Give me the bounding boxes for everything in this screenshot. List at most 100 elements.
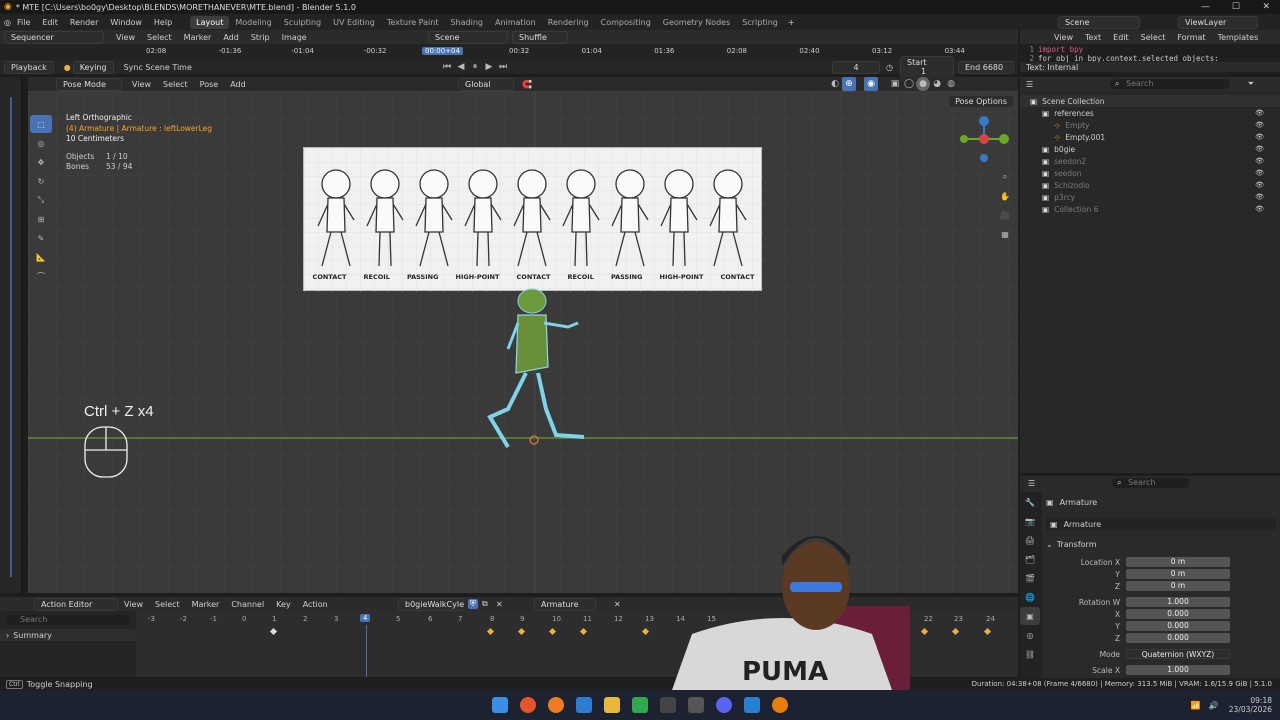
viewport-menu-add[interactable]: Add bbox=[230, 80, 246, 89]
keyframe-diamond[interactable] bbox=[983, 627, 992, 636]
gamepad-icon[interactable] bbox=[632, 697, 648, 713]
maximize-icon[interactable]: ☐ bbox=[1232, 2, 1240, 12]
sequencer-menu-view[interactable]: View bbox=[116, 33, 135, 42]
menu-window[interactable]: Window bbox=[110, 18, 142, 27]
outliner-item[interactable]: ▣ references 👁 bbox=[1020, 107, 1280, 119]
wifi-icon[interactable]: 📶 bbox=[1191, 701, 1201, 710]
material-shading-icon[interactable]: ◕ bbox=[930, 77, 944, 91]
code-line-2[interactable]: 2 for obj in bpy.context.selected_object… bbox=[1020, 54, 1280, 62]
action-menu-channel[interactable]: Channel bbox=[231, 600, 264, 609]
visibility-eye-icon[interactable]: 👁 bbox=[1255, 193, 1264, 201]
keyframe-diamond[interactable] bbox=[951, 627, 960, 636]
action-dropdown[interactable]: b0gieWalkCyle bbox=[398, 597, 464, 611]
end-frame-field[interactable]: End 6680 bbox=[958, 60, 1014, 74]
cursor-icon[interactable]: ◎ bbox=[30, 134, 52, 152]
action-menu-action[interactable]: Action bbox=[303, 600, 328, 609]
grid-view-icon[interactable]: ▦ bbox=[998, 225, 1012, 243]
mode-dropdown[interactable]: Pose Mode bbox=[56, 77, 122, 91]
scene-selector[interactable]: Scene bbox=[1058, 15, 1140, 29]
location-y-field[interactable]: 0 m bbox=[1126, 569, 1230, 579]
wireframe-shading-icon[interactable]: ◯ bbox=[902, 77, 916, 91]
orientation-dropdown[interactable]: Global bbox=[458, 77, 514, 91]
output-tab-icon[interactable]: 🖨 bbox=[1020, 531, 1040, 549]
move-icon[interactable]: ✥ bbox=[30, 153, 52, 171]
location-x-field[interactable]: 0 m bbox=[1126, 557, 1230, 567]
properties-editor-icon[interactable]: ☰ bbox=[1028, 479, 1035, 488]
pan-hand-icon[interactable]: ✋ bbox=[998, 187, 1012, 205]
sequencer-menu-marker[interactable]: Marker bbox=[184, 33, 212, 42]
sequencer-scene-dropdown[interactable]: Scene bbox=[428, 30, 508, 44]
text-menu-format[interactable]: Format bbox=[1177, 33, 1205, 42]
visibility-eye-icon[interactable]: 👁 bbox=[1255, 145, 1264, 153]
tab-layout[interactable]: Layout bbox=[190, 15, 230, 29]
tab-compositing[interactable]: Compositing bbox=[595, 16, 657, 29]
text-menu-select[interactable]: Select bbox=[1141, 33, 1166, 42]
windows-start-icon[interactable] bbox=[492, 697, 508, 713]
playhead-frame-label[interactable]: 4 bbox=[360, 614, 371, 622]
armature-character[interactable] bbox=[468, 287, 598, 452]
action-menu-select[interactable]: Select bbox=[155, 600, 180, 609]
viewlayer-selector[interactable]: ViewLayer bbox=[1178, 15, 1258, 29]
visibility-eye-icon[interactable]: 👁 bbox=[1255, 205, 1264, 213]
terminal-icon[interactable] bbox=[688, 697, 704, 713]
properties-search[interactable]: ⌕ Search bbox=[1112, 478, 1190, 488]
visibility-eye-icon[interactable]: 👁 bbox=[1255, 133, 1264, 141]
keying-dropdown[interactable]: Keying bbox=[72, 60, 114, 74]
visibility-eye-icon[interactable]: 👁 bbox=[1255, 121, 1264, 129]
rotation-z-field[interactable]: 0.000 bbox=[1126, 633, 1230, 643]
scene-tab-icon[interactable]: 🎬 bbox=[1020, 569, 1040, 587]
menu-render[interactable]: Render bbox=[70, 18, 98, 27]
measure-icon[interactable]: 📐 bbox=[30, 248, 52, 266]
pose-options-dropdown[interactable]: Pose Options bbox=[948, 95, 1014, 108]
transform-panel-header[interactable]: ⌄ Transform bbox=[1046, 538, 1276, 550]
playback-dropdown[interactable]: Playback bbox=[4, 60, 54, 74]
search-app-icon[interactable] bbox=[548, 697, 564, 713]
rotation-y-field[interactable]: 0.000 bbox=[1126, 621, 1230, 631]
overlay-icon[interactable]: ◉ bbox=[864, 77, 878, 91]
tool-tab-icon[interactable]: 🔧 bbox=[1020, 493, 1040, 511]
menu-edit[interactable]: Edit bbox=[42, 18, 58, 27]
tab-shading[interactable]: Shading bbox=[444, 16, 489, 29]
close-icon[interactable]: ✕ bbox=[1262, 2, 1270, 12]
rendered-shading-icon[interactable]: ◍ bbox=[944, 77, 958, 91]
menu-file[interactable]: File bbox=[17, 18, 30, 27]
world-tab-icon[interactable]: 🌐 bbox=[1020, 588, 1040, 606]
tab-rendering[interactable]: Rendering bbox=[542, 16, 595, 29]
sequencer-menu-add[interactable]: Add bbox=[223, 33, 239, 42]
action-menu-key[interactable]: Key bbox=[276, 600, 291, 609]
outliner-item[interactable]: ▣ Scene Collection bbox=[1020, 95, 1280, 107]
visibility-eye-icon[interactable]: 👁 bbox=[1255, 157, 1264, 165]
tab-texture-paint[interactable]: Texture Paint bbox=[381, 16, 445, 29]
rotation-mode-dropdown[interactable]: Quaternion (WXYZ) bbox=[1126, 649, 1230, 659]
scale-x-field[interactable]: 1.000 bbox=[1126, 665, 1230, 675]
visibility-eye-icon[interactable]: 👁 bbox=[1255, 181, 1264, 189]
outliner-search[interactable]: ⌕ Search bbox=[1110, 79, 1230, 89]
select-box-icon[interactable]: ⬚ bbox=[30, 115, 52, 133]
viewlayer-dropdown[interactable]: ViewLayer bbox=[1178, 15, 1258, 29]
filter-icon[interactable]: ⏷ bbox=[1248, 79, 1254, 89]
view-layer-tab-icon[interactable]: 🗂 bbox=[1020, 550, 1040, 568]
bone-curve-icon[interactable]: ⌒ bbox=[30, 267, 52, 285]
outliner-item[interactable]: ▣ b0gie 👁 bbox=[1020, 143, 1280, 155]
menu-help[interactable]: Help bbox=[154, 18, 172, 27]
snapping-icon[interactable]: 🧲 bbox=[522, 80, 532, 89]
xray-icon[interactable]: ▣ bbox=[888, 77, 902, 91]
outliner-item[interactable]: ▣ Schizodio 👁 bbox=[1020, 179, 1280, 191]
annotate-icon[interactable]: ✎ bbox=[30, 229, 52, 247]
tab-uv-editing[interactable]: UV Editing bbox=[327, 16, 381, 29]
add-workspace-icon[interactable]: + bbox=[788, 18, 795, 27]
minimize-icon[interactable]: — bbox=[1201, 2, 1210, 12]
camera-icon[interactable]: 🎥 bbox=[998, 206, 1012, 224]
sequencer-menu-strip[interactable]: Strip bbox=[251, 33, 270, 42]
jump-start-icon[interactable]: ⏮ bbox=[440, 60, 454, 74]
data-name-row[interactable]: ▣ Armature bbox=[1046, 518, 1276, 530]
outliner-item[interactable]: ▣ seedon 👁 bbox=[1020, 167, 1280, 179]
sync-scene-time[interactable]: Sync Scene Time bbox=[124, 63, 192, 72]
playhead-line[interactable] bbox=[366, 625, 367, 677]
outliner-item[interactable]: ▣ p3rcy 👁 bbox=[1020, 191, 1280, 203]
play-reverse-icon[interactable]: ◀ bbox=[454, 60, 468, 74]
unlink-action-icon[interactable]: ✕ bbox=[496, 600, 503, 609]
vscode-icon[interactable] bbox=[744, 697, 760, 713]
outliner-item[interactable]: ▣ Collection 6 👁 bbox=[1020, 203, 1280, 215]
physics-tab-icon[interactable]: ◎ bbox=[1020, 626, 1040, 644]
